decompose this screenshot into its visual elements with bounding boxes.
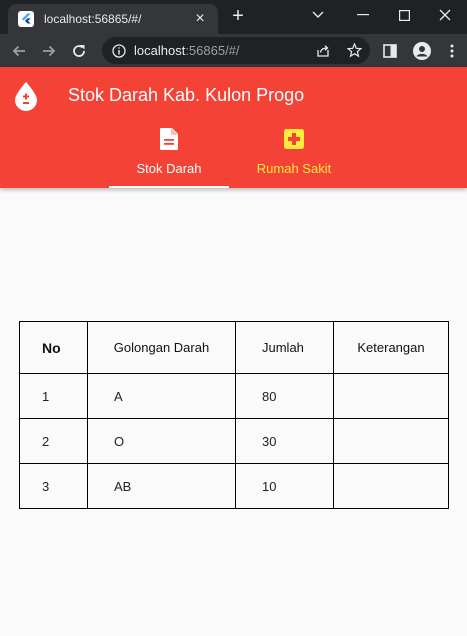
app-bar: Stok Darah Kab. Kulon Progo Stok Darah R… (0, 67, 467, 188)
back-icon[interactable] (6, 38, 32, 64)
toolbar-actions (373, 34, 467, 67)
blood-stock-table: No Golongan Darah Jumlah Keterangan 1 A … (19, 321, 449, 509)
flutter-icon (18, 11, 34, 27)
header-jumlah: Jumlah (235, 321, 334, 374)
cell-no: 1 (19, 373, 88, 419)
browser-tab-strip: localhost:56865/#/ × + (0, 0, 467, 34)
tab-stok-darah-label: Stok Darah (136, 161, 202, 176)
header-no: No (19, 321, 88, 374)
side-panel-icon[interactable] (373, 43, 407, 58)
address-bar[interactable]: localhost:56865/#/ (102, 37, 370, 64)
hospital-icon (284, 129, 304, 149)
tab-indicator (109, 186, 229, 188)
cell-keterangan (333, 418, 449, 464)
minimize-icon[interactable] (343, 0, 383, 30)
table-row: 2 O 30 (19, 418, 449, 464)
cell-keterangan (333, 373, 449, 419)
tab-search-icon[interactable] (298, 0, 338, 30)
cell-no: 3 (19, 463, 88, 509)
forward-icon[interactable] (36, 38, 62, 64)
document-icon (160, 128, 178, 150)
cell-golongan: O (87, 418, 236, 464)
reload-icon[interactable] (66, 38, 92, 64)
table-row: 3 AB 10 (19, 463, 449, 509)
profile-avatar-icon[interactable] (407, 41, 437, 60)
table-row: 1 A 80 (19, 373, 449, 419)
cell-golongan: A (87, 373, 236, 419)
tab-stok-darah[interactable]: Stok Darah (109, 127, 229, 187)
tab-rumah-sakit-label: Rumah Sakit (256, 161, 332, 176)
omnibox-actions (308, 37, 370, 64)
header-keterangan: Keterangan (333, 321, 449, 374)
cell-no: 2 (19, 418, 88, 464)
header-golongan-darah: Golongan Darah (87, 321, 236, 374)
browser-tab[interactable]: localhost:56865/#/ × (8, 4, 218, 34)
app-title: Stok Darah Kab. Kulon Progo (68, 85, 305, 105)
maximize-icon[interactable] (384, 0, 424, 30)
browser-toolbar: localhost:56865/#/ (0, 34, 467, 67)
tab-rumah-sakit[interactable]: Rumah Sakit (234, 127, 354, 187)
menu-kebab-icon[interactable] (437, 44, 467, 58)
tab-close-icon[interactable]: × (192, 11, 208, 27)
new-tab-icon[interactable]: + (228, 6, 248, 26)
blood-drop-icon (15, 82, 37, 111)
cell-jumlah: 80 (235, 373, 334, 419)
bookmark-star-icon[interactable] (338, 43, 370, 58)
url-text: localhost:56865/#/ (134, 43, 240, 58)
app-viewport: Stok Darah Kab. Kulon Progo Stok Darah R… (0, 67, 467, 636)
tab-title: localhost:56865/#/ (44, 12, 142, 26)
share-icon[interactable] (308, 44, 338, 58)
cell-jumlah: 10 (235, 463, 334, 509)
close-window-icon[interactable] (425, 0, 465, 30)
cell-jumlah: 30 (235, 418, 334, 464)
cell-keterangan (333, 463, 449, 509)
table-header-row: No Golongan Darah Jumlah Keterangan (19, 321, 449, 374)
cell-golongan: AB (87, 463, 236, 509)
site-info-icon[interactable] (112, 43, 126, 58)
